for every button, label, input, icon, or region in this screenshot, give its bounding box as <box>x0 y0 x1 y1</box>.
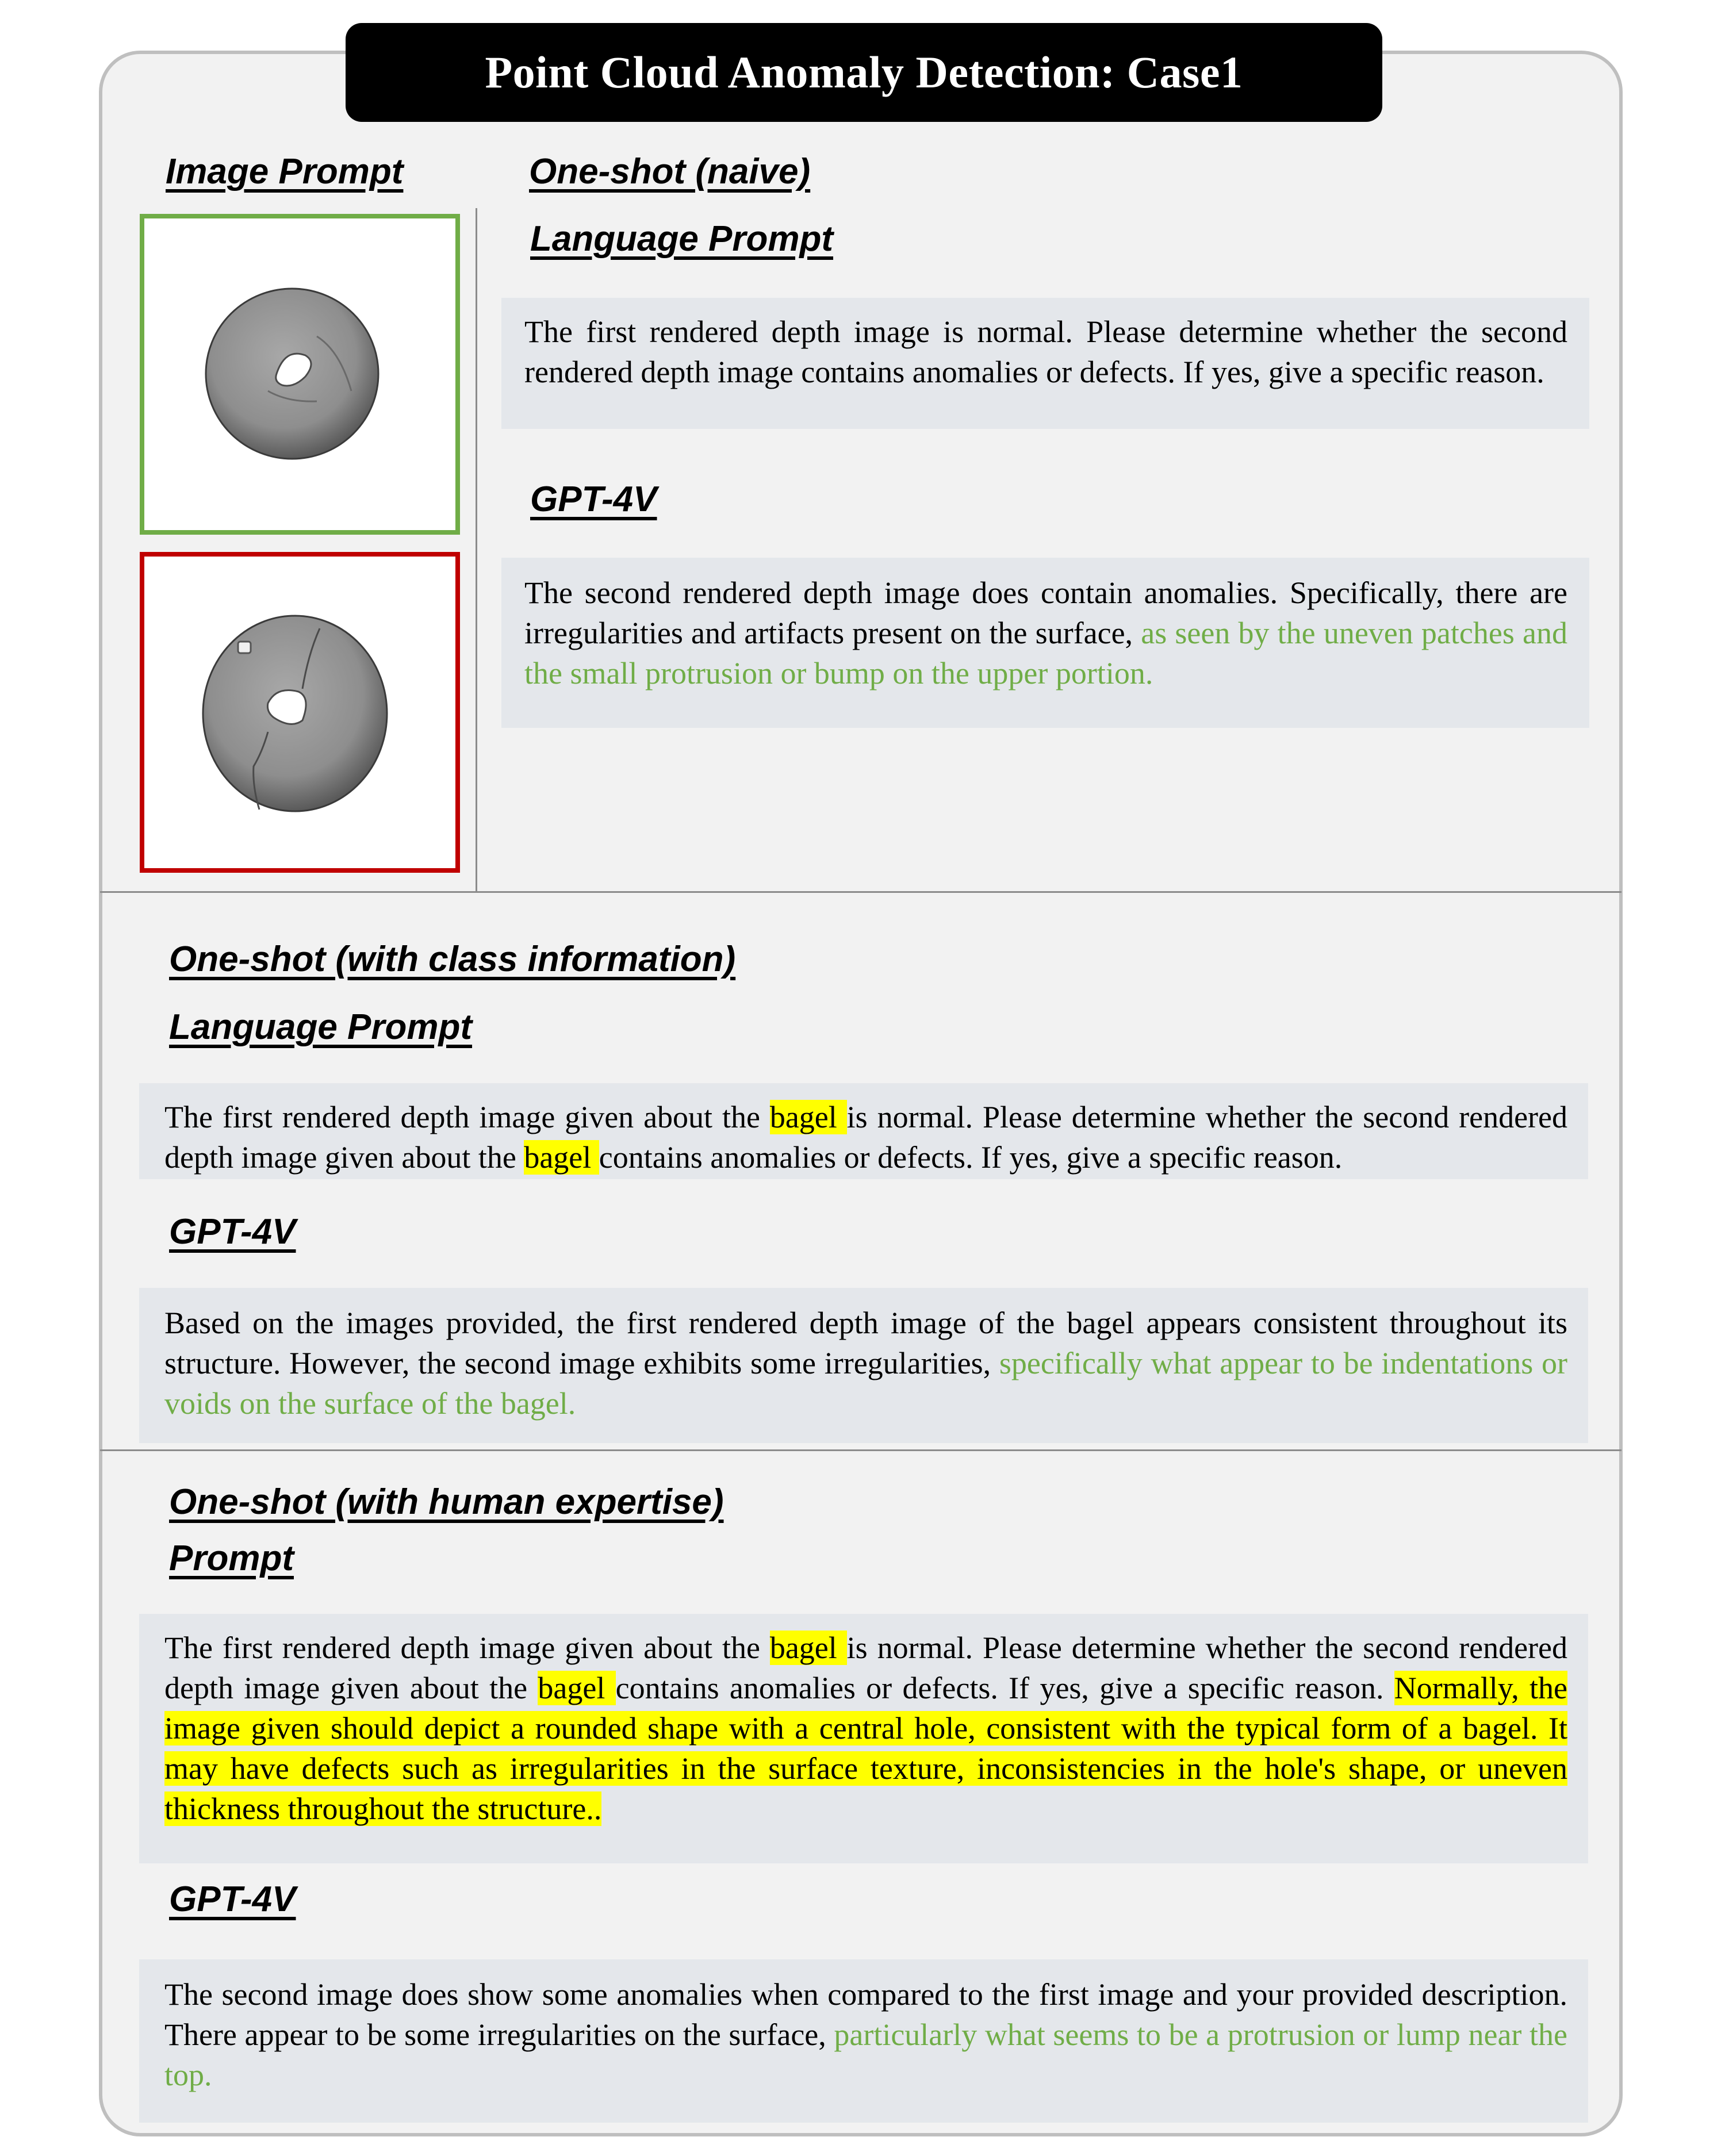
section-2-heading: One-shot (with class information) <box>169 939 736 979</box>
highlighted-keyword: bagel <box>524 1140 599 1175</box>
normal-image-frame <box>140 214 460 535</box>
highlighted-keyword: bagel <box>538 1671 616 1705</box>
text-segment: contains anomalies or defects. If yes, g… <box>599 1140 1343 1175</box>
section-1-prompt-box: The first rendered depth image is normal… <box>501 298 1589 429</box>
normal-bagel-image <box>205 287 379 460</box>
section-3-heading: One-shot (with human expertise) <box>169 1482 724 1522</box>
section-2-response-box: Based on the images provided, the first … <box>139 1288 1588 1443</box>
section-divider-1 <box>100 891 1621 893</box>
section-3-response-heading: GPT-4V <box>169 1879 296 1919</box>
section-2-prompt-heading: Language Prompt <box>169 1007 473 1047</box>
section-1-prompt-heading: Language Prompt <box>530 219 834 259</box>
text-segment: The first rendered depth image given abo… <box>164 1100 770 1134</box>
highlighted-keyword: bagel <box>769 1100 847 1134</box>
section-1-heading: One-shot (naive) <box>529 152 811 191</box>
section-2-response-heading: GPT-4V <box>169 1212 296 1252</box>
vertical-divider <box>476 208 477 892</box>
section-2-response-text: Based on the images provided, the first … <box>164 1303 1567 1424</box>
section-2-prompt-box: The first rendered depth image given abo… <box>139 1083 1588 1179</box>
anomalous-image-frame <box>140 552 460 873</box>
section-3-prompt-box: The first rendered depth image given abo… <box>139 1614 1588 1863</box>
section-1-response-text: The second rendered depth image does con… <box>524 573 1567 693</box>
highlighted-keyword: bagel <box>769 1631 847 1665</box>
title-bar: Point Cloud Anomaly Detection: Case1 <box>346 23 1382 122</box>
text-segment: contains anomalies or defects. If yes, g… <box>615 1671 1394 1705</box>
section-1-response-heading: GPT-4V <box>530 479 657 519</box>
section-1-response-box: The second rendered depth image does con… <box>501 558 1589 728</box>
section-2-prompt-text: The first rendered depth image given abo… <box>164 1097 1567 1177</box>
section-3-response-box: The second image does show some anomalie… <box>139 1959 1588 2123</box>
section-3-prompt-text: The first rendered depth image given abo… <box>164 1628 1567 1829</box>
anomalous-bagel-image <box>202 615 388 812</box>
text-segment: The first rendered depth image given abo… <box>164 1631 770 1665</box>
text-segment: The first rendered depth image is normal… <box>524 314 1567 389</box>
section-3-response-text: The second image does show some anomalie… <box>164 1974 1567 2095</box>
section-3-prompt-heading: Prompt <box>169 1539 294 1578</box>
image-prompt-heading: Image Prompt <box>166 152 404 191</box>
section-1-prompt-text: The first rendered depth image is normal… <box>524 312 1567 392</box>
section-divider-2 <box>100 1449 1621 1451</box>
page-title: Point Cloud Anomaly Detection: Case1 <box>485 47 1243 97</box>
